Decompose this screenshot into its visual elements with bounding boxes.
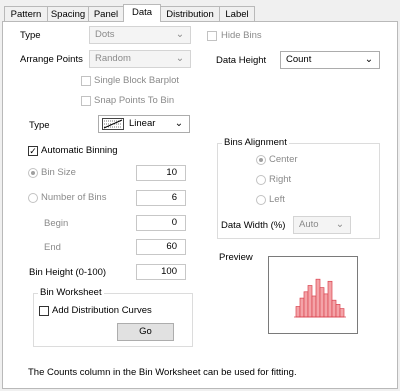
left-radio[interactable] <box>256 195 266 205</box>
data-height-value: Count <box>286 54 312 65</box>
chevron-down-icon: ⌄ <box>175 29 185 40</box>
right-label: Right <box>269 174 292 185</box>
preview-bar <box>295 306 301 318</box>
end-label: End <box>44 242 61 253</box>
preview-histogram <box>294 278 346 318</box>
add-distribution-curves-label: Add Distribution Curves <box>52 305 152 316</box>
data-panel: Type Dots ⌄ Arrange Points Random ⌄ Hide… <box>2 21 398 389</box>
go-button[interactable]: Go <box>117 323 174 341</box>
tab-spacing[interactable]: Spacing <box>47 6 89 21</box>
add-distribution-curves-checkbox[interactable] <box>39 306 49 316</box>
scale-type-label: Type <box>29 120 50 131</box>
single-block-barplot-checkbox[interactable] <box>81 76 91 86</box>
preview-bar <box>319 287 325 318</box>
preview-bar <box>315 278 321 318</box>
type-select-value: Dots <box>95 29 115 40</box>
scale-type-select[interactable]: Linear ⌄ <box>98 115 190 133</box>
hide-bins-label: Hide Bins <box>221 30 262 41</box>
end-input[interactable]: 60 <box>136 239 186 255</box>
number-of-bins-radio[interactable] <box>28 193 38 203</box>
number-of-bins-input[interactable]: 6 <box>136 190 186 206</box>
data-width-value: Auto <box>299 219 319 230</box>
single-block-barplot-label: Single Block Barplot <box>94 75 180 86</box>
preview-bar <box>323 293 329 318</box>
preview-bar <box>335 304 341 318</box>
tab-data[interactable]: Data <box>123 4 161 22</box>
bin-size-input[interactable]: 10 <box>136 165 186 181</box>
bins-alignment-title: Bins Alignment <box>222 137 289 148</box>
number-of-bins-label: Number of Bins <box>41 192 107 203</box>
center-label: Center <box>269 154 298 165</box>
preview-bar <box>327 280 333 318</box>
chevron-down-icon: ⌄ <box>364 54 374 65</box>
tab-pattern[interactable]: Pattern <box>4 6 48 21</box>
data-height-label: Data Height <box>216 55 267 66</box>
data-height-select[interactable]: Count ⌄ <box>280 51 380 69</box>
snap-points-checkbox[interactable] <box>81 96 91 106</box>
snap-points-label: Snap Points To Bin <box>94 95 175 106</box>
data-width-select[interactable]: Auto ⌄ <box>293 216 351 234</box>
center-radio[interactable] <box>256 155 266 165</box>
preview-bar <box>299 297 305 318</box>
automatic-binning-label: Automatic Binning <box>41 145 118 156</box>
footer-note: The Counts column in the Bin Worksheet c… <box>28 367 297 378</box>
bin-size-radio[interactable] <box>28 168 38 178</box>
data-width-label: Data Width (%) <box>221 220 286 231</box>
arrange-points-value: Random <box>95 53 131 64</box>
tab-strip: Pattern Spacing Panel Data Distribution … <box>0 0 400 22</box>
preview-bar <box>331 299 337 318</box>
scale-type-value: Linear <box>129 118 156 129</box>
chevron-down-icon: ⌄ <box>175 53 185 64</box>
begin-label: Begin <box>44 218 69 229</box>
right-radio[interactable] <box>256 175 266 185</box>
bin-height-input[interactable]: 100 <box>136 264 186 280</box>
type-select[interactable]: Dots ⌄ <box>89 26 191 44</box>
tab-distribution[interactable]: Distribution <box>160 6 220 21</box>
bin-worksheet-title: Bin Worksheet <box>38 287 104 298</box>
arrange-points-select[interactable]: Random ⌄ <box>89 50 191 68</box>
preview-bar <box>339 308 345 318</box>
bin-size-label: Bin Size <box>41 167 76 178</box>
preview-bar <box>307 285 313 318</box>
chevron-down-icon: ⌄ <box>335 219 345 230</box>
preview-bar <box>303 291 309 318</box>
type-label: Type <box>20 30 41 41</box>
tab-panel[interactable]: Panel <box>88 6 124 21</box>
begin-input[interactable]: 0 <box>136 215 186 231</box>
preview-label: Preview <box>219 252 253 263</box>
bin-height-label: Bin Height (0-100) <box>29 267 107 278</box>
tab-label[interactable]: Label <box>219 6 255 21</box>
chevron-down-icon: ⌄ <box>174 118 184 129</box>
linear-scale-icon <box>102 118 124 130</box>
hide-bins-checkbox[interactable] <box>207 31 217 41</box>
arrange-points-label: Arrange Points <box>20 54 83 65</box>
left-label: Left <box>269 194 285 205</box>
preview-bar <box>311 295 317 318</box>
checkmark-icon: ✓ <box>29 146 37 156</box>
automatic-binning-checkbox[interactable]: ✓ <box>28 146 38 156</box>
preview-box <box>268 256 358 334</box>
